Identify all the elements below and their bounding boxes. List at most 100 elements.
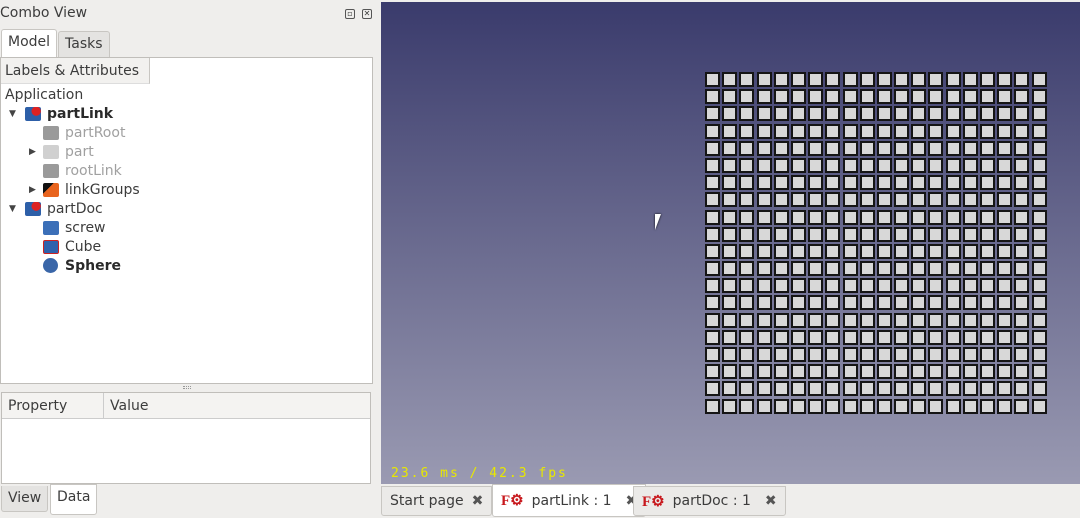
- tree-item-partlink[interactable]: ▼ partLink: [9, 104, 113, 123]
- array-element[interactable]: [705, 381, 720, 397]
- array-element[interactable]: [842, 123, 858, 139]
- array-element[interactable]: [825, 243, 841, 259]
- array-element[interactable]: [808, 123, 824, 139]
- array-element[interactable]: [945, 89, 961, 105]
- array-element[interactable]: [928, 261, 944, 277]
- array-element[interactable]: [808, 347, 824, 362]
- array-element[interactable]: [928, 243, 944, 259]
- array-element[interactable]: [911, 278, 927, 294]
- array-element[interactable]: [980, 312, 995, 328]
- array-element[interactable]: [825, 209, 841, 225]
- array-element[interactable]: [739, 89, 755, 105]
- array-element[interactable]: [790, 243, 806, 259]
- array-element[interactable]: [705, 261, 720, 277]
- array-element[interactable]: [859, 209, 875, 225]
- array-element[interactable]: [1014, 175, 1030, 191]
- array-element[interactable]: [980, 175, 995, 191]
- array-element[interactable]: [911, 347, 927, 362]
- array-element[interactable]: [945, 192, 961, 208]
- array-element[interactable]: [1031, 140, 1047, 156]
- array-element[interactable]: [722, 72, 738, 87]
- array-element[interactable]: [980, 278, 995, 294]
- array-element[interactable]: [790, 295, 806, 311]
- float-icon[interactable]: ▫: [345, 9, 355, 19]
- array-element[interactable]: [997, 295, 1013, 311]
- array-element[interactable]: [928, 329, 944, 345]
- array-element[interactable]: [962, 192, 978, 208]
- array-element[interactable]: [842, 175, 858, 191]
- array-element[interactable]: [876, 192, 892, 208]
- array-element[interactable]: [911, 157, 927, 173]
- array-element[interactable]: [928, 398, 944, 414]
- array-element[interactable]: [962, 329, 978, 345]
- array-element[interactable]: [911, 261, 927, 277]
- array-element[interactable]: [876, 398, 892, 414]
- array-element[interactable]: [894, 157, 910, 173]
- tree-item-screw[interactable]: screw: [43, 218, 106, 237]
- array-element[interactable]: [773, 295, 789, 311]
- array-element[interactable]: [739, 209, 755, 225]
- array-element[interactable]: [859, 89, 875, 105]
- array-element[interactable]: [928, 312, 944, 328]
- array-element[interactable]: [911, 140, 927, 156]
- array-element[interactable]: [1031, 312, 1047, 328]
- tree-item-sphere[interactable]: Sphere: [43, 256, 121, 275]
- array-element[interactable]: [756, 347, 772, 362]
- array-element[interactable]: [1031, 175, 1047, 191]
- array-element[interactable]: [842, 140, 858, 156]
- array-element[interactable]: [962, 89, 978, 105]
- array-element[interactable]: [756, 329, 772, 345]
- array-element[interactable]: [756, 226, 772, 242]
- array-element[interactable]: [842, 312, 858, 328]
- expand-arrow-icon[interactable]: ▼: [9, 204, 19, 214]
- array-element[interactable]: [911, 295, 927, 311]
- array-element[interactable]: [722, 398, 738, 414]
- array-element[interactable]: [790, 123, 806, 139]
- array-element[interactable]: [876, 226, 892, 242]
- array-element[interactable]: [859, 157, 875, 173]
- 3d-viewport[interactable]: [381, 2, 1080, 484]
- array-element[interactable]: [842, 192, 858, 208]
- array-element[interactable]: [790, 175, 806, 191]
- array-element[interactable]: [1031, 261, 1047, 277]
- array-element[interactable]: [790, 312, 806, 328]
- array-element[interactable]: [894, 295, 910, 311]
- array-element[interactable]: [1014, 329, 1030, 345]
- array-element[interactable]: [790, 89, 806, 105]
- array-element[interactable]: [773, 312, 789, 328]
- array-element[interactable]: [722, 89, 738, 105]
- array-element[interactable]: [773, 243, 789, 259]
- array-element[interactable]: [722, 261, 738, 277]
- array-element[interactable]: [962, 226, 978, 242]
- array-element[interactable]: [825, 261, 841, 277]
- array-element[interactable]: [911, 364, 927, 380]
- array-element[interactable]: [911, 89, 927, 105]
- array-element[interactable]: [756, 381, 772, 397]
- array-element[interactable]: [1031, 381, 1047, 397]
- array-element[interactable]: [790, 192, 806, 208]
- array-element[interactable]: [876, 329, 892, 345]
- array-element[interactable]: [911, 381, 927, 397]
- array-element[interactable]: [894, 89, 910, 105]
- array-element[interactable]: [962, 295, 978, 311]
- array-element[interactable]: [962, 278, 978, 294]
- array-element[interactable]: [756, 123, 772, 139]
- array-element[interactable]: [911, 123, 927, 139]
- array-element[interactable]: [808, 312, 824, 328]
- array-element[interactable]: [894, 123, 910, 139]
- array-element[interactable]: [997, 140, 1013, 156]
- array-element[interactable]: [773, 209, 789, 225]
- column-value[interactable]: Value: [104, 393, 370, 419]
- array-element[interactable]: [739, 364, 755, 380]
- array-element[interactable]: [911, 175, 927, 191]
- array-element[interactable]: [980, 106, 995, 122]
- array-element[interactable]: [945, 72, 961, 87]
- array-element[interactable]: [1014, 398, 1030, 414]
- tab-data[interactable]: Data: [50, 484, 98, 515]
- array-element[interactable]: [876, 243, 892, 259]
- array-element[interactable]: [962, 364, 978, 380]
- array-element[interactable]: [705, 72, 720, 87]
- array-element[interactable]: [825, 312, 841, 328]
- array-element[interactable]: [825, 192, 841, 208]
- array-element[interactable]: [756, 140, 772, 156]
